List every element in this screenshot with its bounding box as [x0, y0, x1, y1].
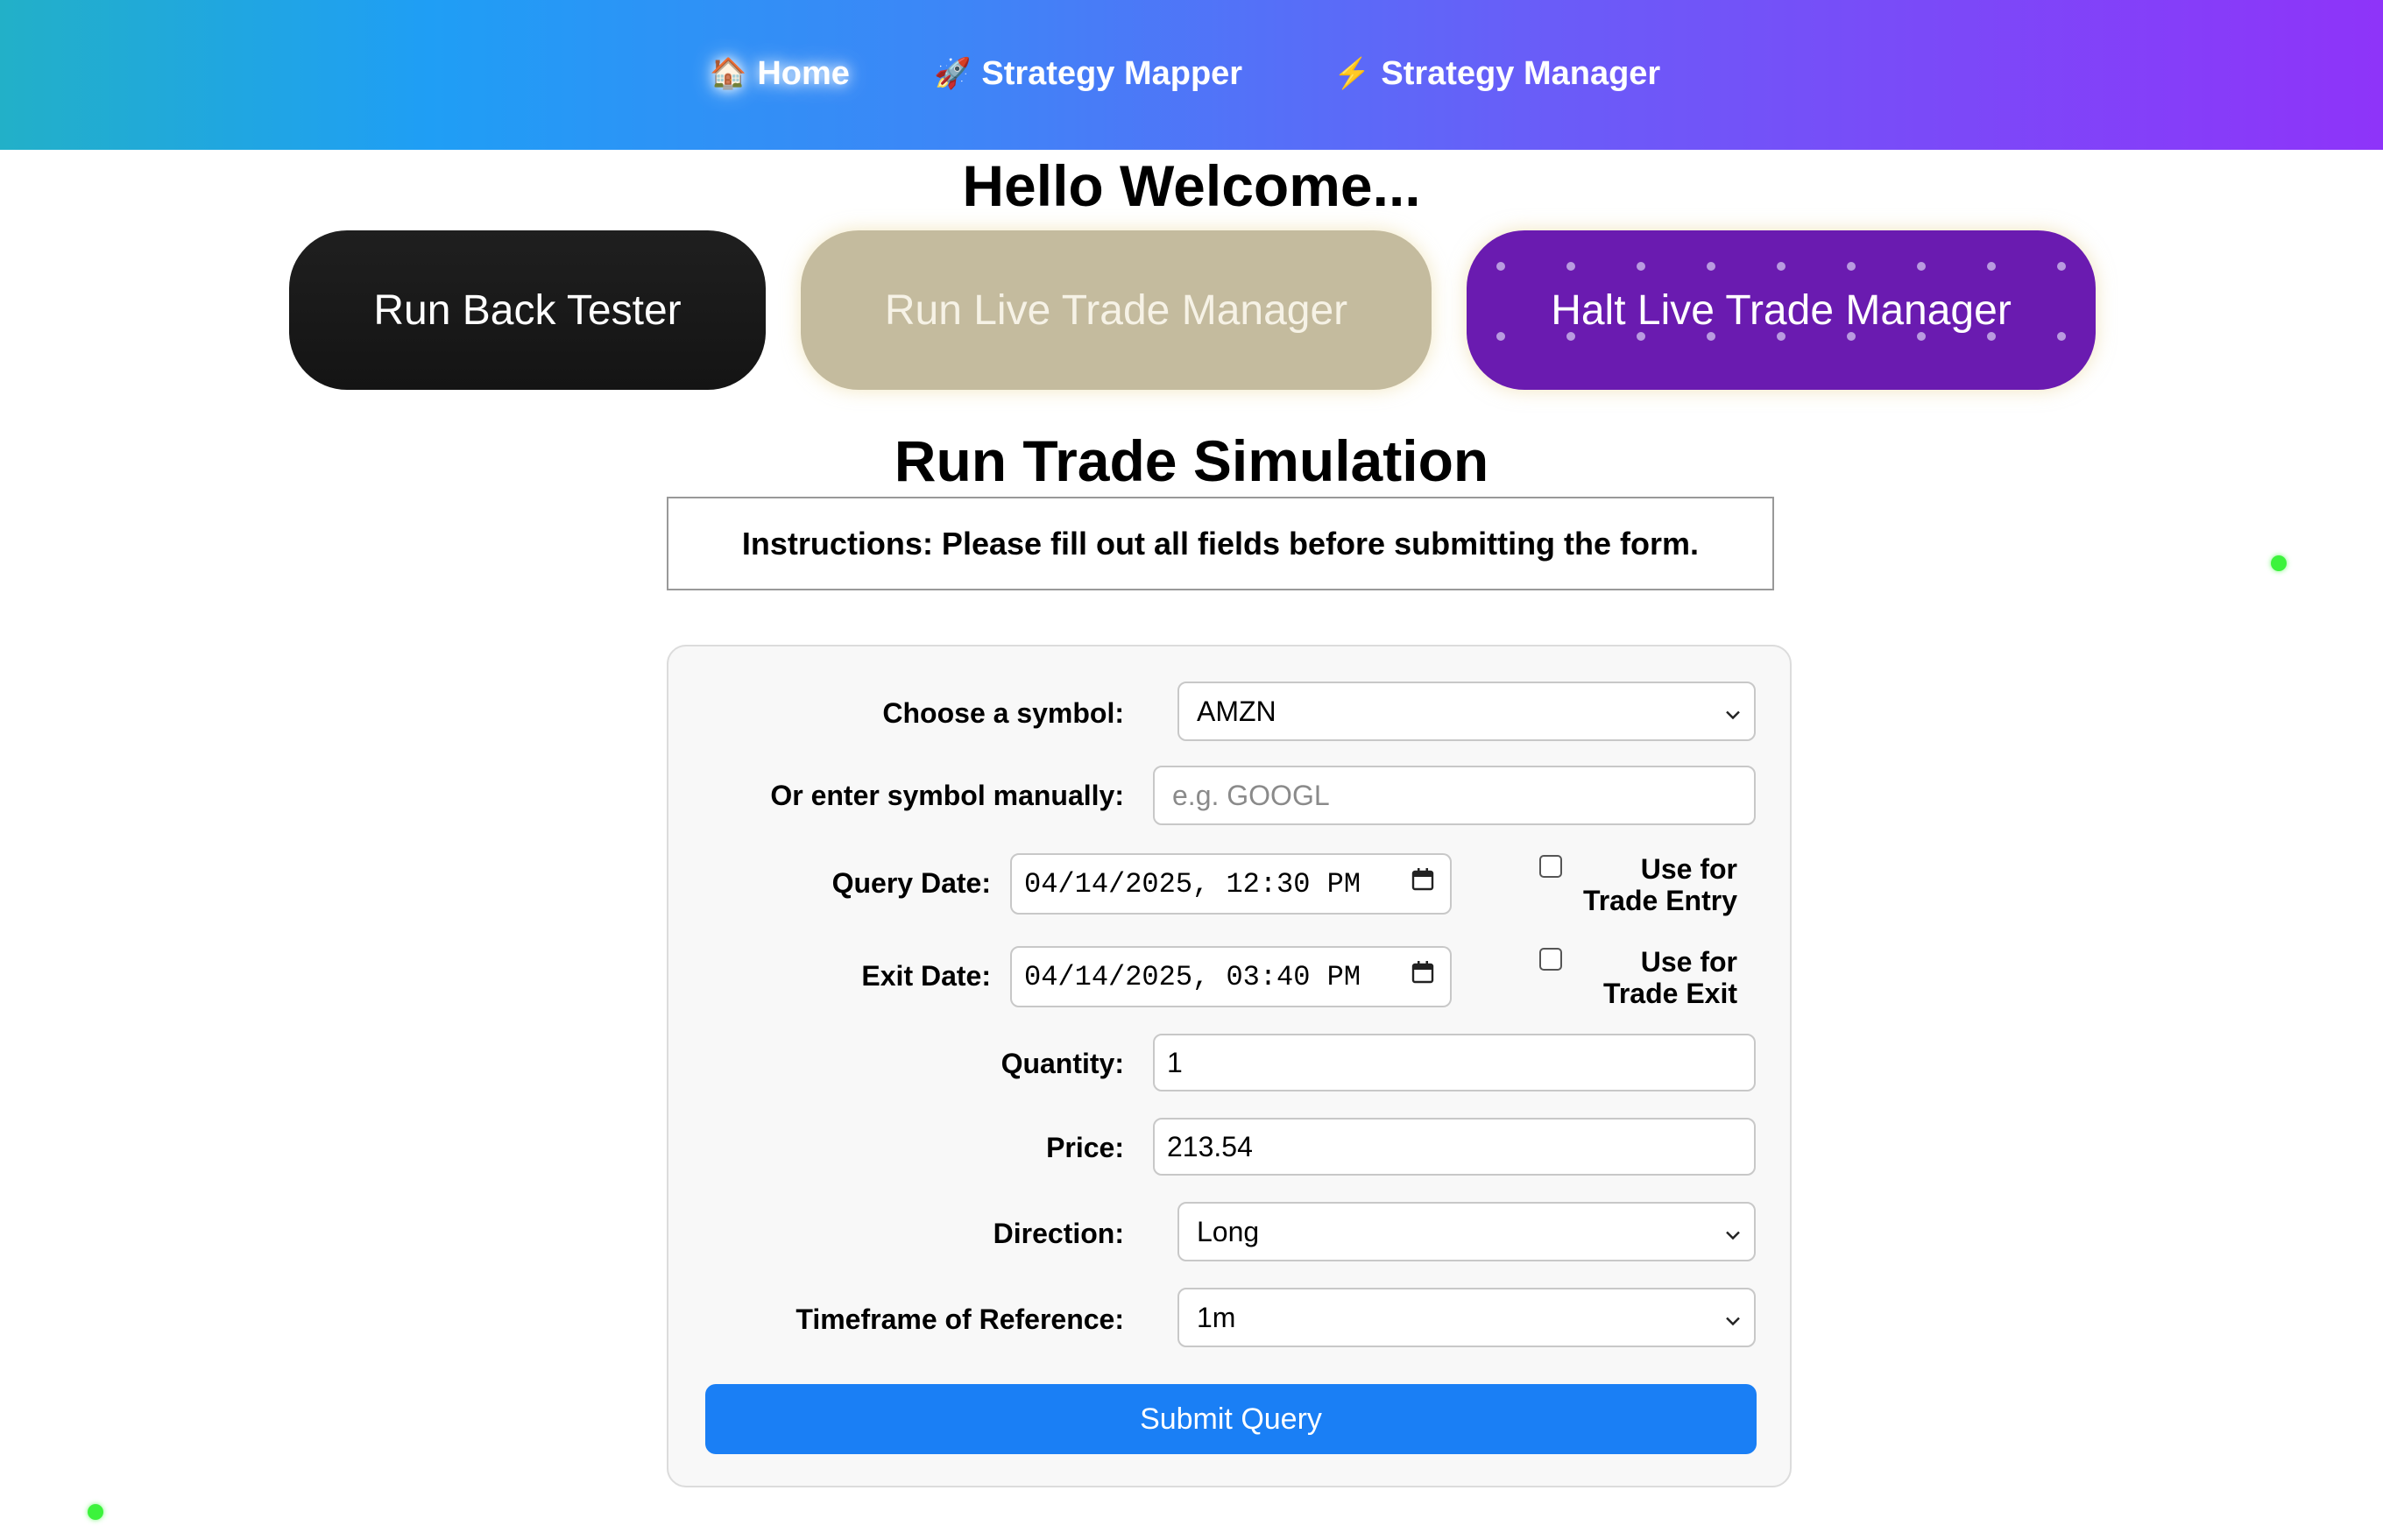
pattern-dot: [1847, 262, 1856, 271]
rocket-icon: 🚀: [934, 57, 972, 90]
use-for-trade-exit-checkbox[interactable]: [1539, 948, 1562, 971]
chevron-down-icon: [1724, 1216, 1742, 1248]
nav-item-strategy-manager[interactable]: ⚡ Strategy Manager: [1333, 49, 1660, 98]
house-icon: 🏠: [710, 57, 747, 90]
welcome-heading: Hello Welcome...: [962, 153, 1421, 218]
symbol-label: Choose a symbol:: [882, 697, 1124, 729]
chevron-down-icon: [1724, 1302, 1742, 1334]
price-label: Price:: [1046, 1132, 1124, 1163]
timeframe-select[interactable]: 1m: [1177, 1288, 1756, 1347]
use-for-trade-entry-label: Use for Trade Entry: [1583, 853, 1737, 916]
symbol-select-value: AMZN: [1197, 695, 1276, 727]
price-input[interactable]: 213.54: [1153, 1118, 1756, 1176]
run-live-trade-manager-button[interactable]: Run Live Trade Manager: [801, 230, 1432, 390]
green-indicator-dot: [2271, 555, 2287, 571]
button-label: Run Live Trade Manager: [884, 286, 1348, 334]
query-date-input[interactable]: 04/14/2025, 12:30 PM: [1010, 853, 1452, 915]
trade-simulation-form: Choose a symbol: AMZN Or enter symbol ma…: [667, 645, 1792, 1487]
run-back-tester-button[interactable]: Run Back Tester: [289, 230, 766, 390]
button-label: Halt Live Trade Manager: [1551, 286, 2012, 334]
instructions-box: Instructions: Please fill out all fields…: [667, 497, 1774, 590]
manual-symbol-input[interactable]: e.g. GOOGL: [1153, 766, 1756, 825]
pattern-dot: [1987, 262, 1996, 271]
top-navbar: 🏠 Home 🚀 Strategy Mapper ⚡ Strategy Mana…: [0, 0, 2383, 150]
check-label-line: Trade Entry: [1582, 885, 1737, 916]
manual-symbol-placeholder: e.g. GOOGL: [1172, 779, 1330, 811]
manual-symbol-label: Or enter symbol manually:: [770, 780, 1124, 811]
pattern-dot: [2057, 332, 2066, 341]
button-label: Submit Query: [1140, 1402, 1322, 1436]
pattern-dot: [1637, 262, 1645, 271]
exit-date-value: 04/14/2025, 03:40 PM: [1024, 960, 1361, 993]
exit-date-input[interactable]: 04/14/2025, 03:40 PM: [1010, 946, 1452, 1007]
pattern-dot: [2057, 262, 2066, 271]
submit-query-button[interactable]: Submit Query: [705, 1384, 1757, 1454]
direction-select[interactable]: Long: [1177, 1202, 1756, 1261]
quantity-value: 1: [1167, 1046, 1183, 1078]
direction-select-value: Long: [1197, 1215, 1260, 1247]
nav-item-home[interactable]: 🏠 Home: [710, 49, 850, 98]
price-value: 213.54: [1167, 1130, 1253, 1162]
pattern-dot: [1707, 262, 1715, 271]
nav-item-label: Home: [757, 54, 850, 92]
button-label: Run Back Tester: [373, 286, 682, 334]
calendar-icon[interactable]: [1411, 960, 1434, 993]
exit-date-label: Exit Date:: [861, 960, 991, 992]
simulation-title: Run Trade Simulation: [894, 428, 1489, 493]
check-label-line: Trade Exit: [1603, 978, 1737, 1009]
calendar-icon[interactable]: [1411, 867, 1434, 901]
quantity-label: Quantity:: [1001, 1048, 1124, 1079]
nav-item-label: Strategy Manager: [1381, 54, 1661, 92]
halt-live-trade-manager-button[interactable]: Halt Live Trade Manager: [1467, 230, 2096, 390]
query-date-value: 04/14/2025, 12:30 PM: [1024, 867, 1361, 901]
nav-item-label: Strategy Mapper: [981, 54, 1243, 92]
instructions-text: Instructions: Please fill out all fields…: [741, 525, 1700, 562]
timeframe-label: Timeframe of Reference:: [796, 1303, 1124, 1335]
use-for-trade-entry-checkbox[interactable]: [1539, 855, 1562, 878]
quantity-input[interactable]: 1: [1153, 1034, 1756, 1091]
check-label-line: Use for: [1640, 853, 1737, 885]
pattern-dot: [1496, 332, 1505, 341]
timeframe-select-value: 1m: [1197, 1301, 1236, 1333]
symbol-select[interactable]: AMZN: [1177, 682, 1756, 741]
lightning-icon: ⚡: [1333, 57, 1371, 90]
chevron-down-icon: [1724, 696, 1742, 728]
pattern-dot: [1777, 262, 1785, 271]
pattern-dot: [1496, 262, 1505, 271]
check-label-line: Use for: [1640, 946, 1737, 978]
direction-label: Direction:: [993, 1218, 1124, 1249]
query-date-label: Query Date:: [831, 867, 991, 899]
use-for-trade-exit-label: Use for Trade Exit: [1603, 946, 1737, 1009]
nav-item-strategy-mapper[interactable]: 🚀 Strategy Mapper: [934, 49, 1242, 98]
pattern-dot: [1917, 262, 1926, 271]
pattern-dot: [1566, 262, 1575, 271]
green-indicator-dot: [88, 1504, 103, 1520]
